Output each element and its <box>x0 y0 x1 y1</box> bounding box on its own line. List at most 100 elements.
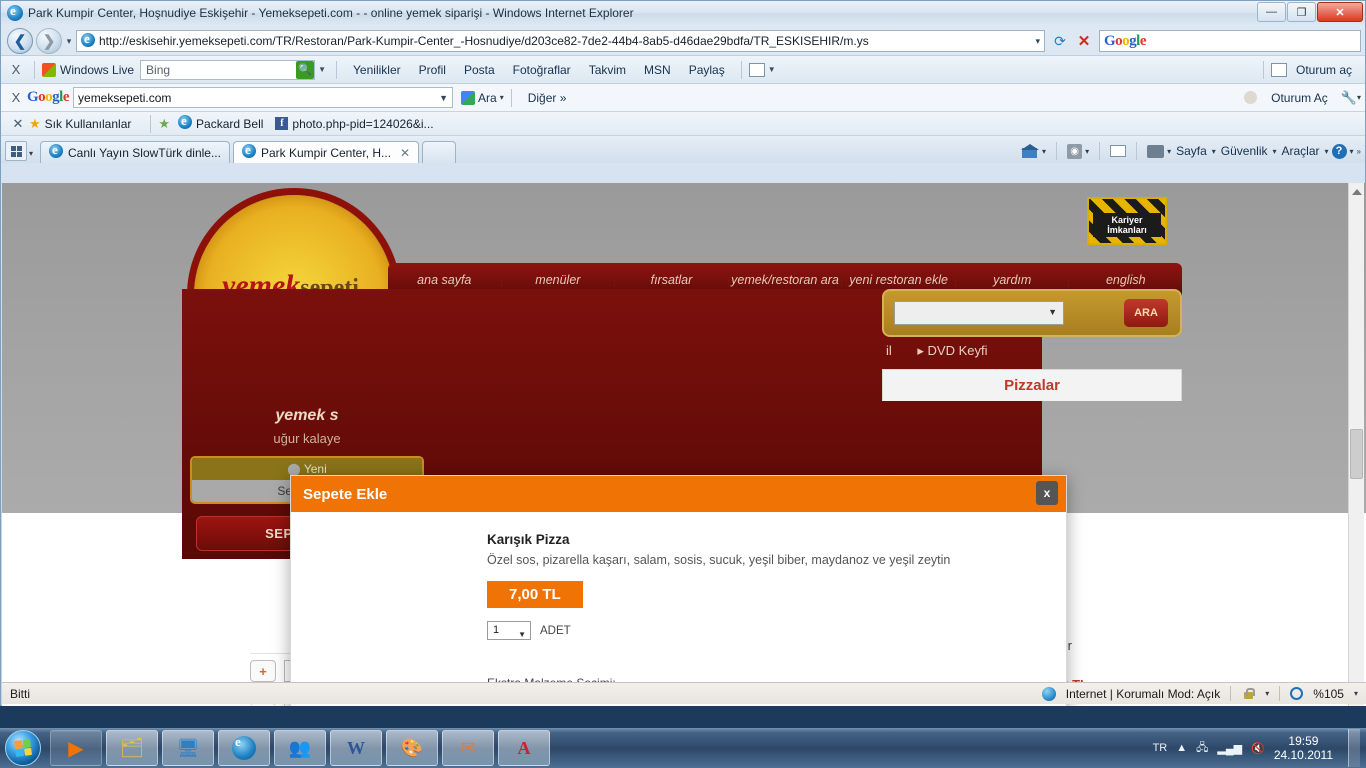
google-search-chevron-down-icon[interactable]: ▾ <box>500 93 504 102</box>
home-icon[interactable] <box>1021 143 1040 159</box>
maximize-button[interactable]: ❐ <box>1287 2 1316 22</box>
print-chevron-down-icon[interactable]: ▾ <box>1167 147 1171 156</box>
refresh-icon[interactable]: ⟳ <box>1049 30 1071 52</box>
search-select[interactable]: ▼ <box>894 301 1064 325</box>
nav-yeni-restoran-ekle[interactable]: yeni restoran ekle <box>842 273 956 287</box>
wl-link-fotograflar[interactable]: Fotoğraflar <box>513 63 571 77</box>
wl-link-yenilikler[interactable]: Yenilikler <box>353 63 401 77</box>
wl-link-takvim[interactable]: Takvim <box>589 63 626 77</box>
mobil-link[interactable]: il <box>886 343 892 358</box>
tab-list-chevron-down-icon[interactable]: ▾ <box>29 149 33 158</box>
clock[interactable]: 19:59 24.10.2011 <box>1274 734 1333 762</box>
recent-pages-chevron-down-icon[interactable]: ▾ <box>62 36 76 47</box>
zoom-chevron-down-icon[interactable]: ▾ <box>1354 689 1358 698</box>
close-toolbar-icon[interactable]: X <box>5 62 27 77</box>
zoom-level[interactable]: %105 <box>1313 687 1344 701</box>
nav-yemek-restoran-ara[interactable]: yemek/restoran ara <box>729 273 843 287</box>
add-item-button[interactable]: + <box>250 660 276 682</box>
nav-english[interactable]: english <box>1069 273 1182 287</box>
start-button[interactable] <box>0 729 46 767</box>
address-chevron-down-icon[interactable]: ▾ <box>1035 36 1040 47</box>
taskbar-internet-explorer[interactable] <box>218 730 270 766</box>
tray-language-indicator[interactable]: TR <box>1153 742 1168 754</box>
close-icon[interactable]: x <box>1036 481 1058 505</box>
zone-chevron-down-icon[interactable]: ▾ <box>1265 689 1269 698</box>
dvd-keyfi-link[interactable]: ▸ DVD Keyfi <box>917 343 987 358</box>
tools-chevron-down-icon[interactable]: ▾ <box>1325 147 1329 156</box>
page-chevron-down-icon[interactable]: ▾ <box>1212 147 1216 156</box>
scrollbar-thumb[interactable] <box>1350 429 1363 479</box>
volume-muted-icon[interactable]: 🔇 <box>1251 742 1265 755</box>
tools-menu-button[interactable]: Araçlar <box>1280 144 1322 158</box>
taskbar-outlook[interactable]: ✉ <box>442 730 494 766</box>
close-button[interactable]: ✕ <box>1317 2 1363 22</box>
vertical-scrollbar[interactable] <box>1348 183 1364 706</box>
stop-icon[interactable]: ✕ <box>1073 30 1095 52</box>
back-icon[interactable]: ❮ <box>7 28 33 54</box>
zoom-icon[interactable] <box>1290 687 1304 700</box>
toolbar-panel-icon[interactable] <box>748 62 765 77</box>
close-favorites-icon[interactable]: ✕ <box>7 116 29 132</box>
taskbar-media-center[interactable]: 🖥 <box>162 730 214 766</box>
page-menu-button[interactable]: Sayfa <box>1174 144 1209 158</box>
quantity-select[interactable]: 1 ▼ <box>487 621 531 640</box>
kariyer-badge[interactable]: Kariyer İmkanları <box>1087 197 1167 245</box>
help-icon[interactable]: ? <box>1331 143 1347 159</box>
forward-icon[interactable]: ❯ <box>36 28 62 54</box>
taskbar-windows-explorer[interactable]: 🗂 <box>106 730 158 766</box>
search-submit-button[interactable]: ARA <box>1124 299 1168 327</box>
taskbar-paint[interactable]: 🎨 <box>386 730 438 766</box>
nav-firsatlar[interactable]: fırsatlar <box>615 273 729 287</box>
tab-park-kumpir-center[interactable]: Park Kumpir Center, H... ✕ <box>232 141 420 163</box>
scroll-up-icon[interactable] <box>1352 189 1362 195</box>
signal-icon[interactable]: ▂▄▆ <box>1217 742 1242 755</box>
google-history-chevron-down-icon[interactable]: ▼ <box>439 93 448 103</box>
add-to-favorites-bar-icon[interactable]: ★ <box>158 116 170 132</box>
google-search-input[interactable]: yemeksepeti.com ▼ <box>73 87 454 108</box>
tray-overflow-chevron-up-icon[interactable]: ▲ <box>1176 742 1187 754</box>
taskbar-word[interactable]: W <box>330 730 382 766</box>
help-chevron-down-icon[interactable]: ▾ <box>1350 147 1354 156</box>
home-chevron-down-icon[interactable]: ▾ <box>1042 147 1046 156</box>
bing-chevron-down-icon[interactable]: ▼ <box>315 65 329 74</box>
taskbar-messenger[interactable]: 👥 <box>274 730 326 766</box>
security-menu-button[interactable]: Güvenlik <box>1219 144 1270 158</box>
quick-tabs-button[interactable] <box>5 141 27 161</box>
rss-icon[interactable]: ◉ <box>1067 143 1083 159</box>
wrench-icon[interactable]: 🔧 <box>1341 90 1357 106</box>
google-more-button[interactable]: Diğer » <box>528 91 567 105</box>
wl-link-msn[interactable]: MSN <box>644 63 671 77</box>
google-settings-chevron-down-icon[interactable]: ▾ <box>1357 93 1361 102</box>
favorite-item-packard-bell[interactable]: Packard Bell <box>178 115 263 132</box>
close-tab-icon[interactable]: ✕ <box>400 146 410 160</box>
command-bar-overflow-button[interactable]: » <box>1357 147 1361 156</box>
mail-icon[interactable] <box>1110 145 1127 157</box>
favorites-center-button[interactable]: ★ Sık Kullanılanlar <box>29 116 131 132</box>
address-bar[interactable]: http://eskisehir.yemeksepeti.com/TR/Rest… <box>76 30 1045 52</box>
rss-chevron-down-icon[interactable]: ▾ <box>1085 147 1089 156</box>
search-input[interactable]: Google <box>1099 30 1361 52</box>
minimize-button[interactable]: — <box>1257 2 1286 22</box>
tab-slowturk[interactable]: Canlı Yayın SlowTürk dinle... <box>40 141 230 163</box>
wl-link-profil[interactable]: Profil <box>419 63 446 77</box>
taskbar-acrobat-reader[interactable]: A <box>498 730 550 766</box>
search-icon[interactable]: 🔍 <box>296 60 315 79</box>
wl-link-posta[interactable]: Posta <box>464 63 495 77</box>
wl-link-paylas[interactable]: Paylaş <box>689 63 725 77</box>
wl-signin-link[interactable]: Oturum aç <box>1296 63 1352 77</box>
print-icon[interactable] <box>1147 144 1165 158</box>
google-signin-link[interactable]: Oturum Aç <box>1271 91 1328 105</box>
show-desktop-button[interactable] <box>1348 729 1360 767</box>
google-search-button[interactable]: Ara ▾ <box>461 90 504 105</box>
network-icon[interactable]: 🖧 <box>1196 739 1208 758</box>
close-google-toolbar-icon[interactable]: X <box>5 90 27 105</box>
nav-ana-sayfa[interactable]: ana sayfa <box>388 273 502 287</box>
nav-yardim[interactable]: yardım <box>956 273 1070 287</box>
favorite-item-photo[interactable]: f photo.php-pid=124026&i... <box>275 117 434 131</box>
toolbar-panel-chevron-down-icon[interactable]: ▼ <box>765 65 779 74</box>
security-chevron-down-icon[interactable]: ▾ <box>1272 147 1276 156</box>
new-tab-button[interactable] <box>422 141 457 163</box>
bing-search-input[interactable]: Bing 🔍 <box>140 59 316 80</box>
nav-menuler[interactable]: menüler <box>502 273 616 287</box>
taskbar-windows-media-player[interactable]: ▶ <box>50 730 102 766</box>
